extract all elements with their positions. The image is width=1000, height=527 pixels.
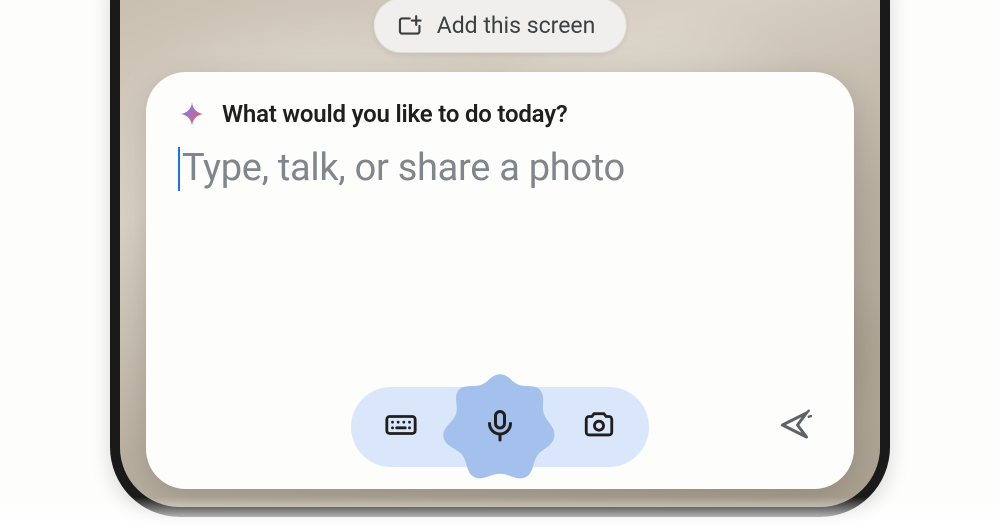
input-placeholder: Type, talk, or share a photo [182, 146, 625, 192]
phone-screen: Add this screen [120, 0, 880, 507]
assistant-input-card: What would you like to do today? Type, t… [146, 72, 854, 489]
attach-screen-icon [397, 13, 423, 39]
text-input[interactable]: Type, talk, or share a photo [178, 146, 822, 192]
microphone-button[interactable] [445, 395, 555, 459]
text-cursor [178, 147, 180, 191]
keyboard-button[interactable] [365, 395, 437, 459]
prompt-heading: What would you like to do today? [222, 100, 568, 128]
microphone-icon [482, 407, 518, 447]
camera-button[interactable] [563, 395, 635, 459]
add-this-screen-chip[interactable]: Add this screen [374, 0, 627, 53]
card-header: What would you like to do today? [178, 100, 822, 128]
send-button[interactable] [770, 401, 822, 453]
spark-icon [178, 100, 206, 128]
action-row [178, 387, 822, 467]
input-mode-group [351, 387, 649, 467]
keyboard-icon [384, 408, 418, 446]
chip-label: Add this screen [437, 12, 596, 39]
phone-frame: Add this screen [110, 0, 890, 517]
camera-icon [582, 408, 616, 446]
send-icon [778, 407, 814, 447]
